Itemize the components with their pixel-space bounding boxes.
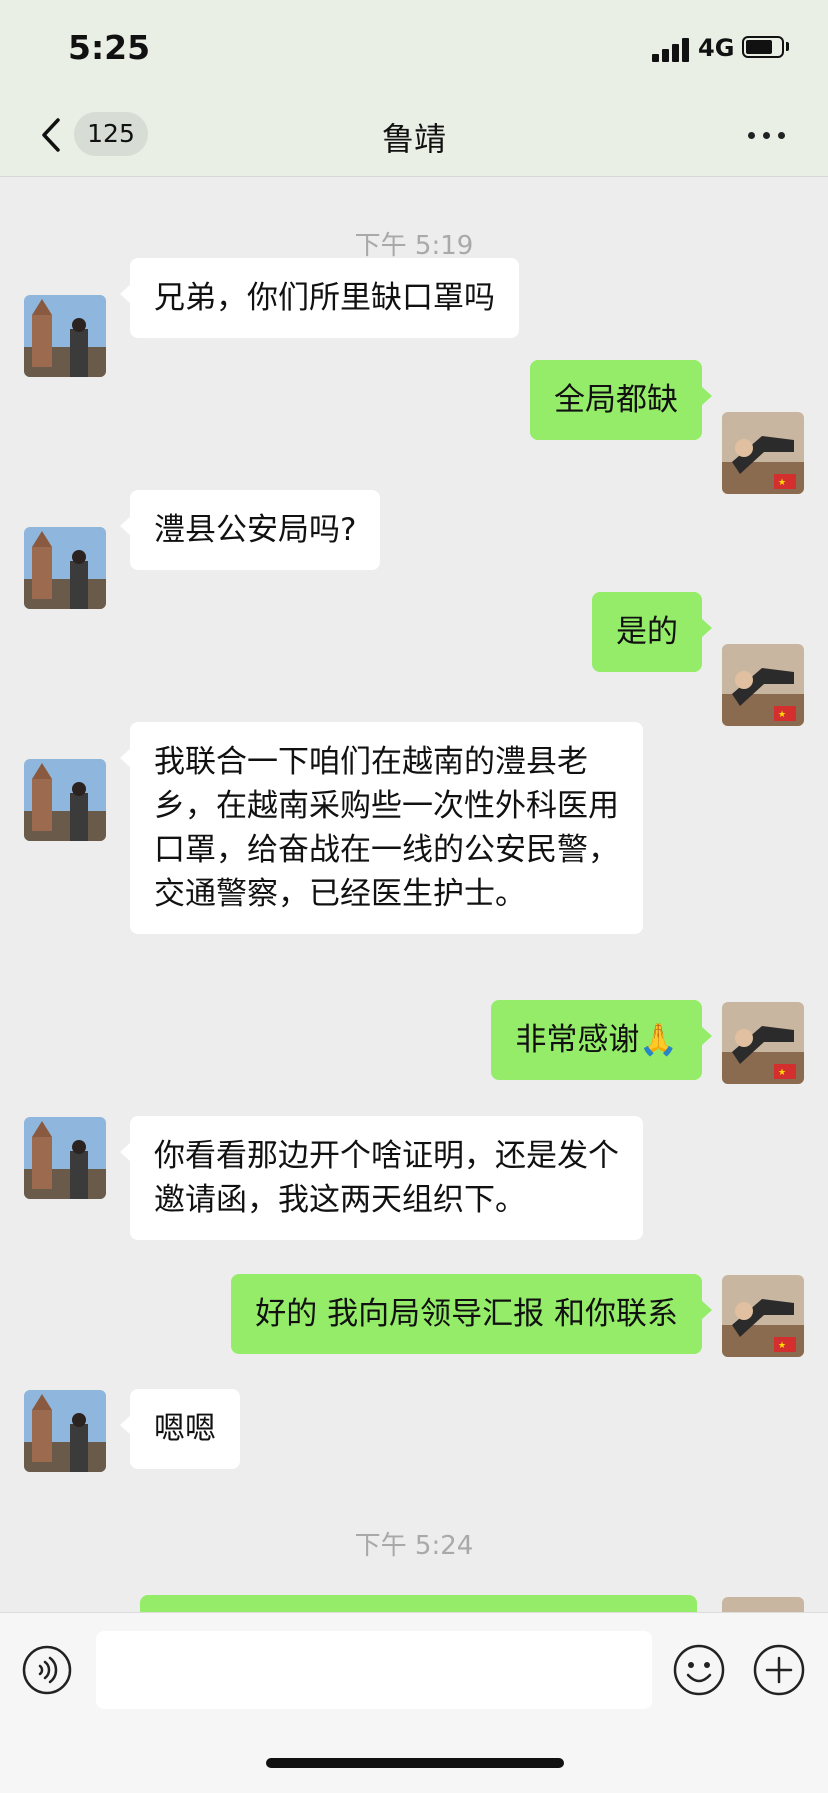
status-time: 5:25	[68, 28, 151, 67]
emoji-button[interactable]	[672, 1643, 726, 1697]
avatar-photo: ★	[722, 1002, 804, 1084]
battery-level	[746, 40, 772, 54]
avatar-photo: ★	[722, 412, 804, 494]
my-avatar[interactable]	[722, 1597, 804, 1612]
emoji-icon	[673, 1644, 725, 1696]
message-bubble-incoming[interactable]: 嗯嗯	[120, 1389, 240, 1469]
battery-tip	[786, 42, 789, 51]
battery-icon	[742, 36, 784, 58]
avatar-photo	[24, 295, 106, 377]
signal-icon	[652, 38, 690, 62]
plus-icon	[753, 1644, 805, 1696]
contact-avatar[interactable]	[24, 759, 106, 841]
chat-area[interactable]: 下午 5:19 兄弟，你们所里缺口罩吗 ★ 全局都缺 澧县公安局吗? ★ 是的 …	[0, 177, 828, 1612]
svg-text:★: ★	[778, 1341, 786, 1351]
contact-avatar[interactable]	[24, 1117, 106, 1199]
contact-avatar[interactable]	[24, 527, 106, 609]
message-bubble-outgoing[interactable]: 全局都缺	[530, 360, 712, 440]
avatar-photo	[24, 759, 106, 841]
more-functions-button[interactable]	[752, 1643, 806, 1697]
message-bubble-outgoing[interactable]	[140, 1595, 697, 1612]
timestamp: 下午 5:24	[354, 1531, 474, 1561]
my-avatar[interactable]: ★	[722, 644, 804, 726]
svg-text:★: ★	[778, 478, 786, 488]
message-bubble-incoming[interactable]: 兄弟，你们所里缺口罩吗	[120, 258, 519, 338]
svg-text:★: ★	[778, 710, 786, 720]
voice-icon	[22, 1645, 72, 1695]
message-bubble-outgoing[interactable]: 是的	[592, 592, 712, 672]
home-indicator[interactable]	[266, 1758, 564, 1768]
message-bubble-outgoing[interactable]: 非常感谢🙏	[491, 1000, 712, 1080]
chat-title: 鲁靖	[381, 120, 446, 158]
chat-header: 125 鲁靖	[0, 96, 828, 177]
svg-text:★: ★	[778, 1068, 786, 1078]
my-avatar[interactable]: ★	[722, 1275, 804, 1357]
avatar-photo: ★	[722, 1275, 804, 1357]
message-bubble-outgoing[interactable]: 好的 我向局领导汇报 和你联系	[231, 1274, 712, 1354]
contact-avatar[interactable]	[24, 295, 106, 377]
message-bubble-incoming[interactable]: 我联合一下咱们在越南的澧县老 乡，在越南采购些一次性外科医用 口罩，给奋战在一线…	[120, 722, 643, 934]
network-type: 4G	[698, 34, 735, 62]
status-bar: 5:25 4G	[0, 0, 828, 96]
my-avatar[interactable]: ★	[722, 412, 804, 494]
message-bubble-incoming[interactable]: 澧县公安局吗?	[119, 490, 381, 570]
my-avatar[interactable]: ★	[722, 1002, 804, 1084]
voice-button[interactable]	[22, 1645, 72, 1695]
timestamp: 下午 5:19	[354, 231, 474, 261]
avatar-photo	[24, 1390, 106, 1472]
message-input[interactable]	[96, 1631, 652, 1709]
avatar-photo	[722, 1597, 804, 1612]
message-bubble-incoming[interactable]: 你看看那边开个啥证明，还是发个 邀请函，我这两天组织下。	[120, 1116, 643, 1240]
avatar-photo	[24, 1117, 106, 1199]
avatar-photo: ★	[722, 644, 804, 726]
avatar-photo	[24, 527, 106, 609]
more-button[interactable]	[742, 118, 792, 154]
contact-avatar[interactable]	[24, 1390, 106, 1472]
